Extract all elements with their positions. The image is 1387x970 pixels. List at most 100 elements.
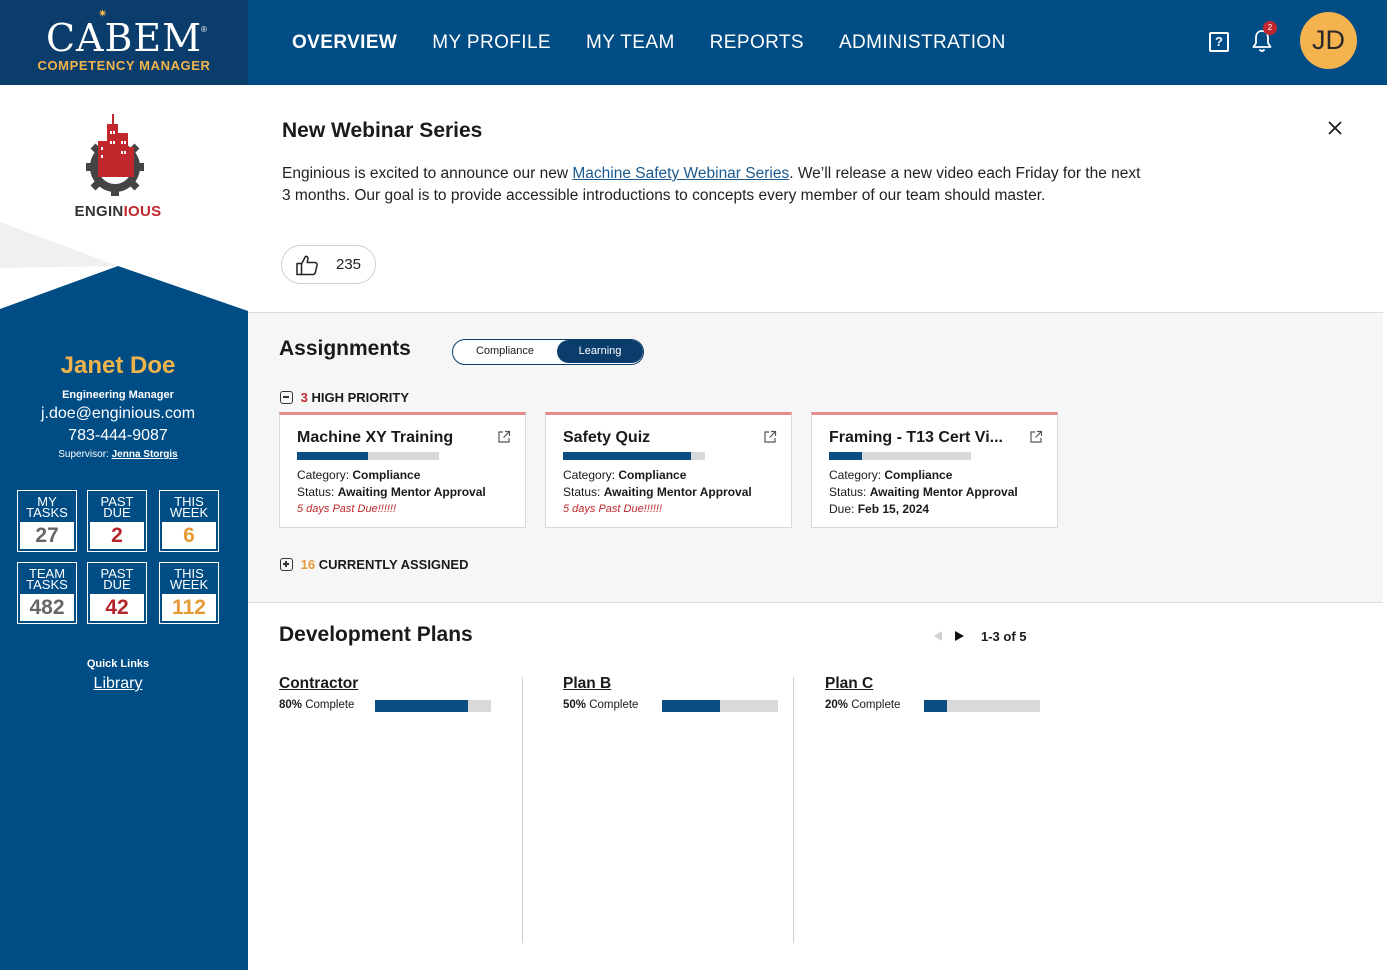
plan-percent-value: 20% <box>825 699 849 711</box>
card-status: Status: Awaiting Mentor Approval <box>829 485 1018 499</box>
quick-link-library[interactable]: Library <box>0 675 236 693</box>
development-plans-section: Development Plans 1-3 of 5 Contractor 80… <box>248 603 1383 970</box>
card-category: Category: Compliance <box>297 468 420 482</box>
pager-range: 1-3 of 5 <box>981 629 1027 644</box>
high-priority-count: 3 <box>300 390 308 405</box>
collapse-icon <box>280 391 293 404</box>
external-link-icon[interactable] <box>1029 430 1043 444</box>
nav-my-team[interactable]: MY TEAM <box>586 32 675 54</box>
external-link-icon[interactable] <box>763 430 777 444</box>
card-progress-bar <box>829 452 971 460</box>
stat-team-past-due[interactable]: PAST DUE 42 <box>87 562 147 624</box>
close-icon[interactable] <box>1326 119 1344 137</box>
sidebar: ENGINIOUS Janet Doe Engineering Manager … <box>0 85 248 970</box>
nav-overview[interactable]: OVERVIEW <box>292 32 397 54</box>
card-category: Category: Compliance <box>563 468 686 482</box>
stat-label: TEAM TASKS <box>26 566 68 592</box>
next-page-icon[interactable] <box>955 631 964 641</box>
stat-my-tasks[interactable]: MY TASKS 27 <box>17 490 77 552</box>
stat-my-past-due[interactable]: PAST DUE 2 <box>87 490 147 552</box>
stat-label: PAST DUE <box>100 566 134 592</box>
category-label: Category: <box>297 468 350 482</box>
stat-label: PAST DUE <box>100 494 134 520</box>
plan-percent: 20% Complete <box>825 699 900 711</box>
card-progress-fill <box>563 452 691 460</box>
high-priority-toggle[interactable]: 3 HIGH PRIORITY <box>280 390 409 405</box>
card-status: Status: Awaiting Mentor Approval <box>297 485 486 499</box>
registered-mark-icon: ® <box>201 25 207 34</box>
category-label: Category: <box>563 468 616 482</box>
announcement-title: New Webinar Series <box>282 119 483 142</box>
company-logo-icon <box>86 114 144 196</box>
user-avatar[interactable]: JD <box>1300 12 1357 69</box>
plan-progress-fill <box>662 700 720 712</box>
plan-percent: 80% Complete <box>279 699 354 711</box>
plan-item: Plan C 20% Complete <box>825 675 1040 712</box>
currently-assigned-toggle[interactable]: 16 CURRENTLY ASSIGNED <box>280 557 469 572</box>
assignment-card[interactable]: Safety Quiz Category: Compliance Status:… <box>545 412 792 528</box>
category-value: Compliance <box>352 468 421 482</box>
plan-percent-value: 50% <box>563 699 587 711</box>
plan-link[interactable]: Plan C <box>825 675 873 692</box>
webinar-series-link[interactable]: Machine Safety Webinar Series <box>572 165 789 182</box>
card-title: Safety Quiz <box>563 429 651 446</box>
stat-label: THIS WEEK <box>169 494 209 520</box>
card-due: Due: Feb 15, 2024 <box>829 502 929 516</box>
plan-percent-value: 80% <box>279 699 303 711</box>
announcement-body: Enginious is excited to announce our new… <box>282 163 1152 206</box>
user-supervisor: Supervisor: Jenna Storgis <box>0 449 236 460</box>
currently-assigned-count: 16 <box>300 557 316 572</box>
user-email: j.doe@enginious.com <box>40 405 196 422</box>
prev-page-icon[interactable] <box>934 631 942 641</box>
plan-link[interactable]: Plan B <box>563 675 611 692</box>
help-icon[interactable]: ? <box>1209 32 1229 52</box>
column-divider <box>793 677 794 943</box>
user-title: Engineering Manager <box>62 389 174 401</box>
logo-wordmark: CABEM <box>45 16 203 60</box>
stat-value: 112 <box>162 594 216 621</box>
status-label: Status: <box>563 485 601 499</box>
stat-label: MY TASKS <box>26 494 68 520</box>
plan-progress-fill <box>924 700 948 712</box>
app-logo[interactable]: ✷ CABEM ® COMPETENCY MANAGER <box>0 0 248 85</box>
like-button[interactable]: 235 <box>281 245 376 284</box>
currently-assigned-label: CURRENTLY ASSIGNED <box>318 557 469 572</box>
plan-percent: 50% Complete <box>563 699 638 711</box>
quick-links-title: Quick Links <box>86 658 150 670</box>
plan-item: Contractor 80% Complete <box>279 675 491 712</box>
toggle-learning[interactable]: Learning <box>557 340 643 363</box>
user-phone: 783-444-9087 <box>68 427 168 444</box>
stat-value: 6 <box>162 522 216 549</box>
assignments-title: Assignments <box>279 337 411 360</box>
plan-progress-fill <box>375 700 468 712</box>
stat-value: 2 <box>90 522 144 549</box>
plan-complete-label: Complete <box>589 699 639 711</box>
card-due: 5 days Past Due!!!!!! <box>297 503 397 515</box>
plan-link[interactable]: Contractor <box>279 675 358 692</box>
due-label: Due: <box>829 502 855 516</box>
announcement-panel: New Webinar Series Enginious is excited … <box>248 85 1383 313</box>
nav-administration[interactable]: ADMINISTRATION <box>839 32 1006 54</box>
status-label: Status: <box>829 485 867 499</box>
stat-my-this-week[interactable]: THIS WEEK 6 <box>159 490 219 552</box>
stat-team-this-week[interactable]: THIS WEEK 112 <box>159 562 219 624</box>
toggle-compliance[interactable]: Compliance <box>453 340 557 363</box>
stat-value: 27 <box>20 522 74 549</box>
category-value: Compliance <box>618 468 687 482</box>
announcement-text-start: Enginious is excited to announce our new <box>282 165 573 182</box>
supervisor-link[interactable]: Jenna Storgis <box>112 449 178 460</box>
card-status: Status: Awaiting Mentor Approval <box>563 485 752 499</box>
top-bar: ✷ CABEM ® COMPETENCY MANAGER OVERVIEW MY… <box>0 0 1387 85</box>
assignments-section: Assignments Compliance Learning 3 HIGH P… <box>248 313 1383 603</box>
main-nav: OVERVIEW MY PROFILE MY TEAM REPORTS ADMI… <box>292 0 1041 85</box>
status-value: Awaiting Mentor Approval <box>869 485 1018 499</box>
assignment-card[interactable]: Machine XY Training Category: Compliance… <box>279 412 526 528</box>
company-name-prefix: ENGIN <box>74 203 124 220</box>
nav-reports[interactable]: REPORTS <box>710 32 804 54</box>
assignment-card[interactable]: Framing - T13 Cert Vi... Category: Compl… <box>811 412 1058 528</box>
nav-my-profile[interactable]: MY PROFILE <box>432 32 551 54</box>
external-link-icon[interactable] <box>497 430 511 444</box>
stat-team-tasks[interactable]: TEAM TASKS 482 <box>17 562 77 624</box>
card-progress-bar <box>563 452 705 460</box>
card-title: Machine XY Training <box>297 429 454 446</box>
